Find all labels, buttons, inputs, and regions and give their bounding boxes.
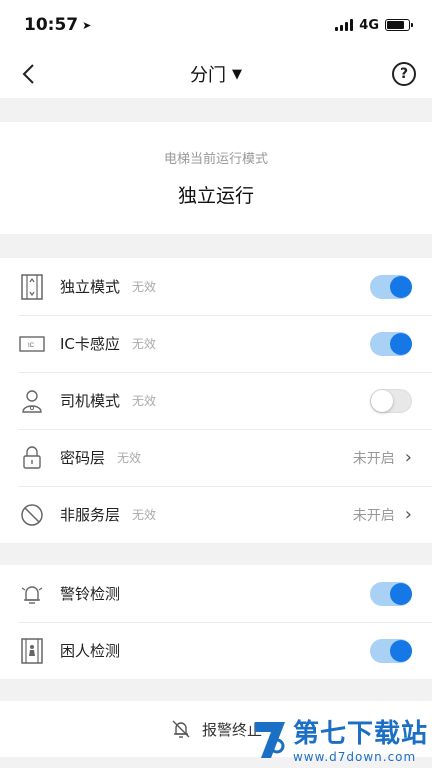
row-non-service-floor[interactable]: 非服务层 无效 未开启 ›	[0, 486, 432, 543]
trapped-person-icon	[18, 637, 46, 665]
svg-text:IC: IC	[28, 343, 35, 349]
row-ic-card: IC IC卡感应 无效	[0, 315, 432, 372]
back-arrow-icon	[22, 64, 34, 84]
help-icon: ?	[399, 66, 409, 82]
section-gap	[0, 543, 432, 565]
status-time: 10:57 ➤	[24, 15, 91, 35]
driver-mode-toggle[interactable]	[370, 388, 412, 413]
battery-icon	[385, 19, 413, 31]
row-title: 独立模式	[60, 278, 121, 296]
back-button[interactable]	[16, 62, 40, 86]
row-title: 司机模式	[60, 392, 121, 410]
dropdown-caret-icon: ▼	[232, 66, 242, 82]
row-title: 警铃检测	[60, 585, 121, 603]
trapped-detection-toggle[interactable]	[370, 638, 412, 663]
watermark: 第七下载站 www.d7down.com	[251, 713, 428, 764]
status-bar: 10:57 ➤ 4G	[0, 0, 432, 50]
row-trapped-detection: 困人检测	[0, 622, 432, 679]
location-arrow-icon: ➤	[82, 18, 92, 32]
prohibited-icon	[18, 501, 46, 529]
help-button[interactable]: ?	[392, 62, 416, 86]
mode-label: 电梯当前运行模式	[163, 152, 268, 167]
row-title: 困人检测	[60, 642, 121, 660]
row-status: 无效	[132, 280, 157, 294]
section-gap	[0, 98, 432, 122]
bell-off-icon	[172, 720, 190, 738]
row-independent-mode: 独立模式 无效	[0, 258, 432, 315]
mode-card: 电梯当前运行模式 独立运行	[0, 122, 432, 234]
chevron-right-icon: ›	[404, 504, 412, 525]
row-status: 无效	[117, 451, 142, 465]
alarm-bell-toggle[interactable]	[370, 581, 412, 606]
settings-group-2: 警铃检测 困人检测	[0, 565, 432, 679]
independent-mode-toggle[interactable]	[370, 274, 412, 299]
navigation-bar: 分门 ▼ ?	[0, 50, 432, 98]
row-status: 无效	[132, 508, 157, 522]
status-right: 4G	[335, 17, 413, 33]
driver-icon	[18, 387, 46, 415]
row-password-floor[interactable]: 密码层 无效 未开启 ›	[0, 429, 432, 486]
settings-group-1: 独立模式 无效 IC IC卡感应 无效 司机模式 无效 密码层 无效 未开启 ›	[0, 258, 432, 543]
mode-value: 独立运行	[177, 185, 254, 207]
alarm-bell-icon	[18, 580, 46, 608]
row-driver-mode: 司机模式 无效	[0, 372, 432, 429]
chevron-right-icon: ›	[404, 447, 412, 468]
elevator-selector[interactable]: 分门 ▼	[190, 61, 242, 87]
ic-card-icon: IC	[18, 330, 46, 358]
row-alarm-bell-detection: 警铃检测	[0, 565, 432, 622]
network-type: 4G	[359, 17, 379, 33]
row-title: 非服务层	[60, 506, 121, 524]
lock-icon	[18, 444, 46, 472]
elevator-icon	[18, 273, 46, 301]
signal-icon	[335, 19, 354, 31]
watermark-logo-icon	[254, 721, 285, 758]
section-gap	[0, 679, 432, 701]
row-title: IC卡感应	[60, 335, 120, 353]
watermark-url: www.d7down.com	[292, 750, 417, 764]
row-status: 无效	[132, 394, 157, 408]
row-title: 密码层	[60, 449, 106, 467]
row-state: 未开启	[352, 450, 395, 467]
row-state: 未开启	[352, 507, 395, 524]
ic-card-toggle[interactable]	[370, 331, 412, 356]
row-status: 无效	[131, 337, 156, 351]
page-title: 分门	[190, 65, 226, 86]
time-text: 10:57	[24, 15, 79, 35]
section-gap	[0, 234, 432, 258]
watermark-title: 第七下载站	[292, 719, 428, 749]
